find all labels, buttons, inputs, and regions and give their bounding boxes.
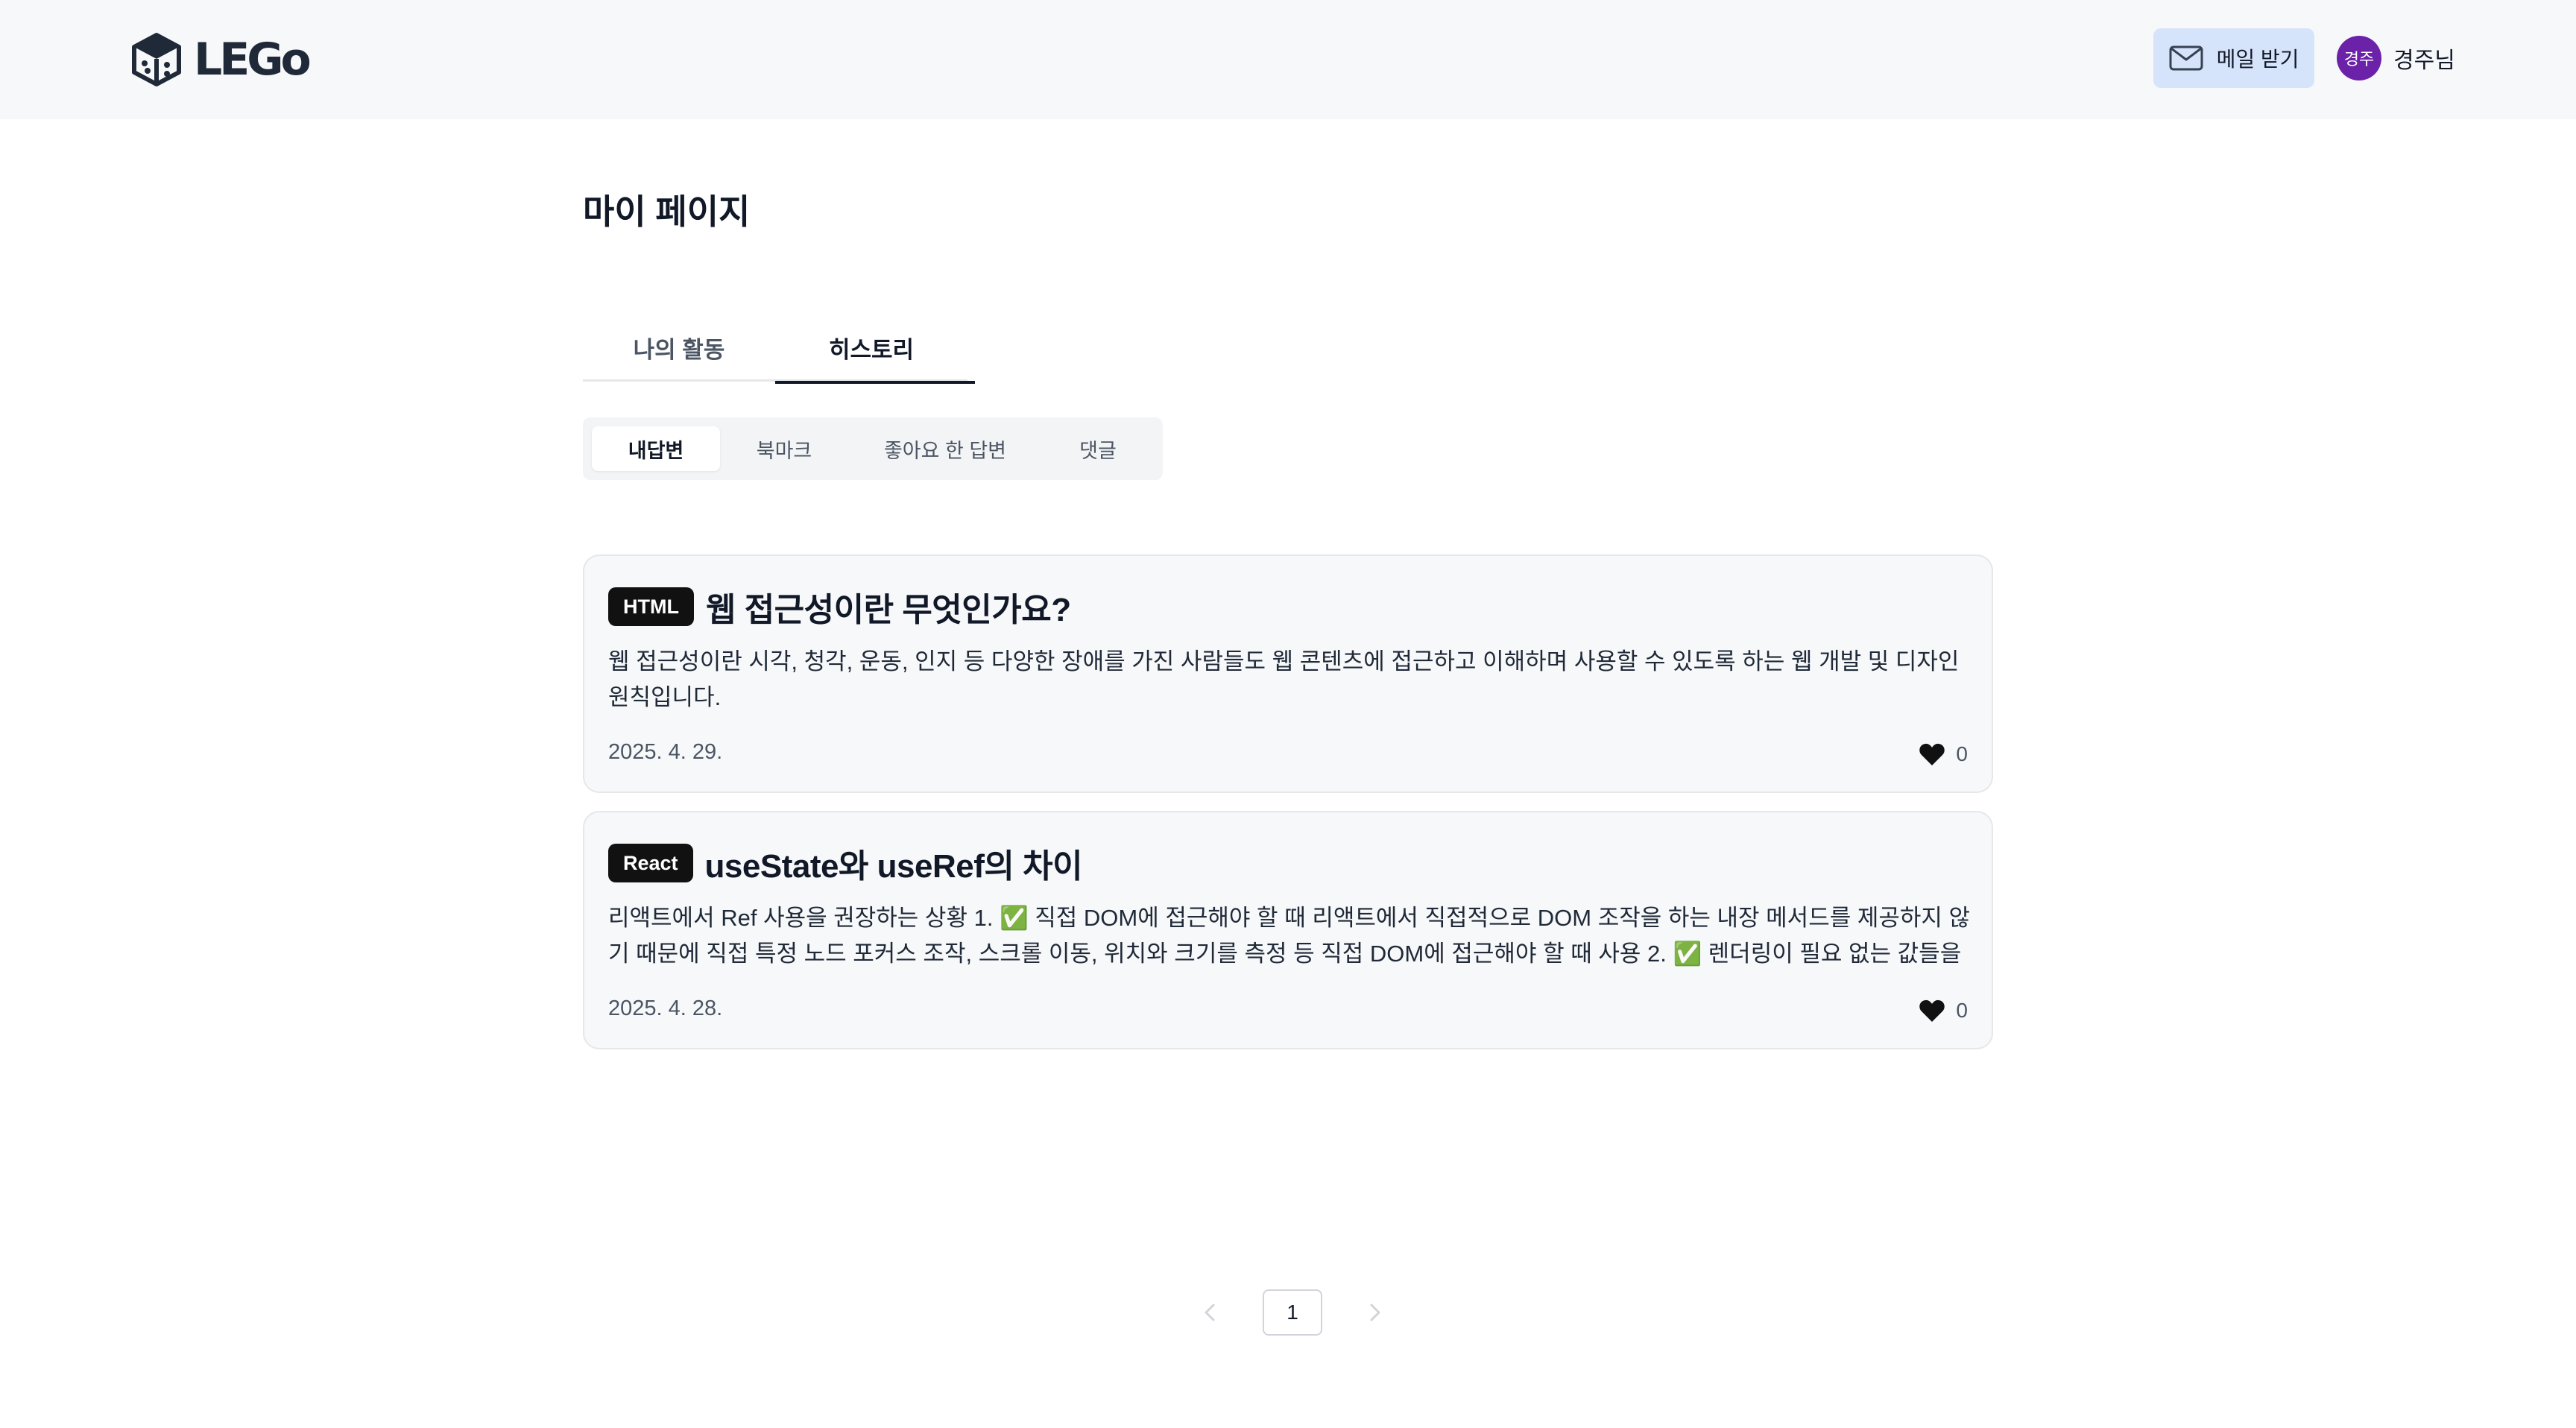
category-tag: HTML bbox=[608, 587, 694, 626]
page-title: 마이 페이지 bbox=[583, 192, 751, 231]
category-tag: React bbox=[608, 844, 693, 882]
page-number-button[interactable]: 1 bbox=[1263, 1289, 1322, 1336]
mail-icon bbox=[2169, 45, 2203, 71]
cube-logo-icon bbox=[132, 33, 181, 86]
user-profile[interactable]: 경주 경주님 bbox=[2337, 36, 2455, 80]
main-tabs: 나의 활동 히스토리 bbox=[583, 313, 975, 384]
chevron-right-icon bbox=[1370, 1304, 1380, 1321]
logo-text: LEGo bbox=[194, 34, 312, 86]
top-header: LEGo 메일 받기 경주 경주님 bbox=[0, 0, 2576, 119]
tab-history[interactable]: 히스토리 bbox=[775, 313, 975, 384]
pagination: 1 bbox=[1199, 1289, 1386, 1336]
card-title: 웹 접근성이란 무엇인가요? bbox=[705, 592, 1071, 628]
chevron-left-icon bbox=[1205, 1304, 1215, 1321]
heart-icon bbox=[1919, 743, 1945, 765]
heart-icon bbox=[1919, 999, 1945, 1022]
like-count: 0 bbox=[1956, 999, 1968, 1022]
card-date: 2025. 4. 28. bbox=[608, 996, 723, 1020]
subtab-liked-answers[interactable]: 좋아요 한 답변 bbox=[848, 426, 1042, 471]
card-header: React useState와 useRef의 차이 bbox=[608, 839, 1083, 887]
user-name: 경주님 bbox=[2393, 48, 2455, 73]
card-excerpt: 리액트에서 Ref 사용을 권장하는 상황 1. ✅ 직접 DOM에 접근해야 … bbox=[608, 905, 1971, 967]
card-title: useState와 useRef의 차이 bbox=[704, 848, 1083, 885]
sub-tabs: 내답변 북마크 좋아요 한 답변 댓글 bbox=[583, 417, 1163, 480]
answer-card[interactable]: HTML 웹 접근성이란 무엇인가요? 웹 접근성이란 시각, 청각, 운동, … bbox=[583, 555, 1993, 793]
next-page-button[interactable] bbox=[1364, 1298, 1386, 1327]
mail-subscribe-button[interactable]: 메일 받기 bbox=[2153, 28, 2314, 88]
card-header: HTML 웹 접근성이란 무엇인가요? bbox=[608, 583, 1071, 631]
subtab-bookmarks[interactable]: 북마크 bbox=[720, 426, 848, 471]
like-count: 0 bbox=[1956, 742, 1968, 765]
like-counter[interactable]: 0 bbox=[1919, 742, 1968, 766]
prev-page-button[interactable] bbox=[1199, 1298, 1221, 1327]
mail-button-label: 메일 받기 bbox=[2216, 48, 2299, 71]
subtab-comments[interactable]: 댓글 bbox=[1042, 426, 1154, 471]
card-excerpt: 웹 접근성이란 시각, 청각, 운동, 인지 등 다양한 장애를 가진 사람들도… bbox=[608, 648, 1960, 710]
logo[interactable]: LEGo bbox=[130, 31, 312, 88]
tab-my-activity[interactable]: 나의 활동 bbox=[583, 313, 775, 382]
avatar: 경주 bbox=[2337, 36, 2381, 80]
subtab-my-answers[interactable]: 내답변 bbox=[592, 426, 720, 471]
like-counter[interactable]: 0 bbox=[1919, 999, 1968, 1023]
answer-card[interactable]: React useState와 useRef의 차이 리액트에서 Ref 사용을… bbox=[583, 811, 1993, 1049]
card-date: 2025. 4. 29. bbox=[608, 740, 723, 764]
